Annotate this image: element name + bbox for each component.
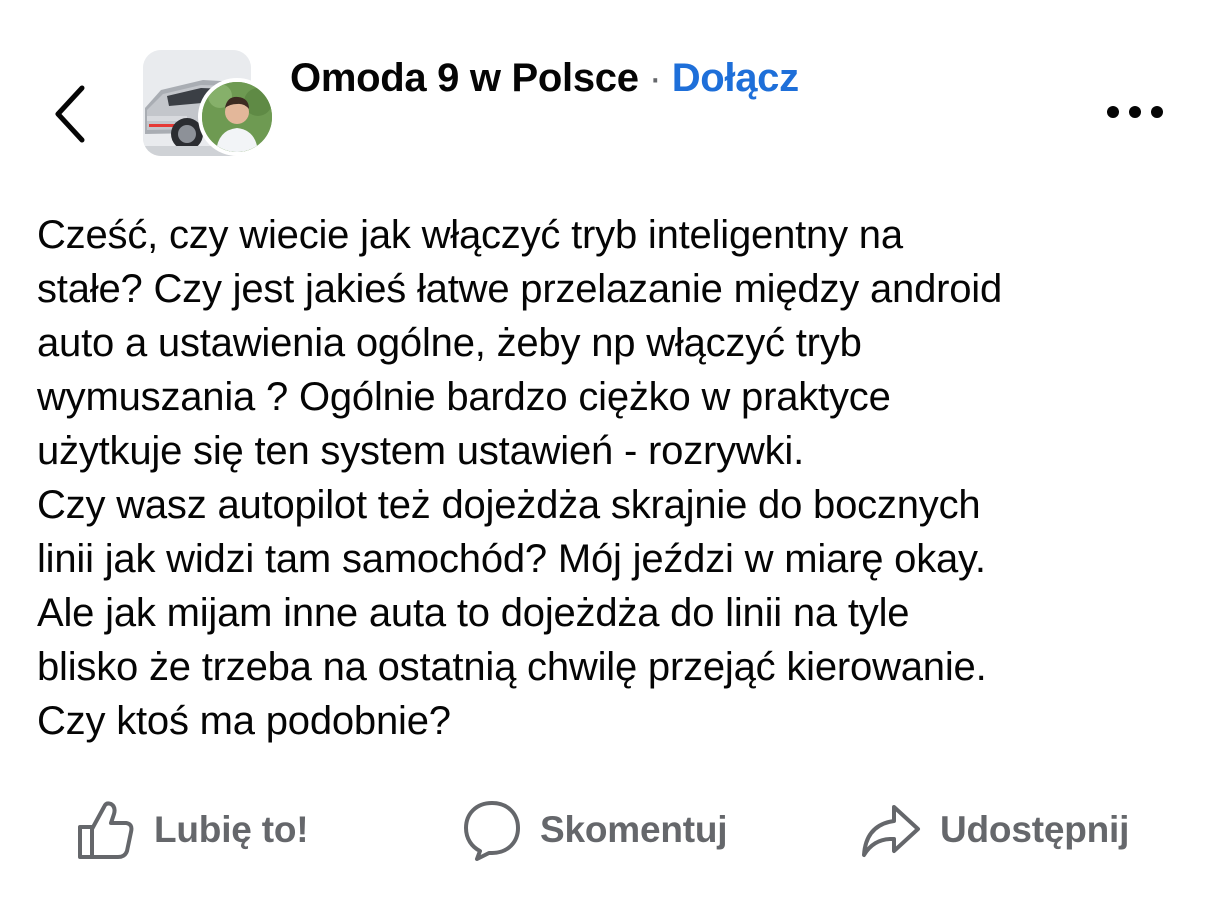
comment-button[interactable]: Skomentuj	[462, 790, 728, 870]
post-text: Cześć, czy wiecie jak włączyć tryb intel…	[37, 208, 1177, 748]
back-button[interactable]	[40, 78, 104, 150]
share-button[interactable]: Udostępnij	[860, 790, 1129, 870]
like-label: Lubię to!	[154, 809, 309, 850]
group-name-link[interactable]: Omoda 9 w Polsce	[290, 56, 639, 100]
group-avatar-stack[interactable]	[143, 50, 277, 160]
post-text-line: linii jak widzi tam samochód? Mój jeździ…	[37, 537, 986, 581]
more-horizontal-icon	[1107, 106, 1163, 118]
post-text-line: blisko że trzeba na ostatnią chwilę prze…	[37, 645, 987, 689]
header-title: Omoda 9 w Polsce · Dołącz	[290, 56, 799, 101]
post-text-line: Czy wasz autopilot też dojeżdża skrajnie…	[37, 483, 981, 527]
comment-label: Skomentuj	[540, 809, 728, 850]
like-button[interactable]: Lubię to!	[76, 790, 309, 870]
share-label: Udostępnij	[940, 809, 1130, 850]
post-text-line: użytkuje się ten system ustawień - rozry…	[37, 429, 805, 473]
share-arrow-icon	[862, 805, 920, 857]
chevron-left-icon	[55, 85, 85, 143]
post-text-line: auto a ustawienia ogólne, żeby np włączy…	[37, 321, 862, 365]
post-text-line: wymuszania ? Ogólnie bardzo ciężko w pra…	[37, 375, 891, 419]
post-action-bar: Lubię to! Skomentuj Udostępnij	[0, 790, 1206, 870]
group-header: Omoda 9 w Polsce · Dołącz	[0, 0, 1206, 180]
user-avatar[interactable]	[198, 78, 276, 156]
join-group-link[interactable]: Dołącz	[672, 56, 799, 100]
title-separator: ·	[648, 56, 662, 100]
person-photo	[202, 82, 272, 152]
post-text-line: Cześć, czy wiecie jak włączyć tryb intel…	[37, 213, 903, 257]
post-text-line: Ale jak mijam inne auta to dojeżdża do l…	[37, 591, 910, 635]
speech-bubble-icon	[464, 801, 520, 861]
thumbs-up-icon	[78, 801, 134, 859]
more-options-button[interactable]	[1100, 90, 1170, 134]
post-text-line: stałe? Czy jest jakieś łatwe przelazanie…	[37, 267, 1003, 311]
post-text-line: Czy ktoś ma podobnie?	[37, 699, 451, 743]
